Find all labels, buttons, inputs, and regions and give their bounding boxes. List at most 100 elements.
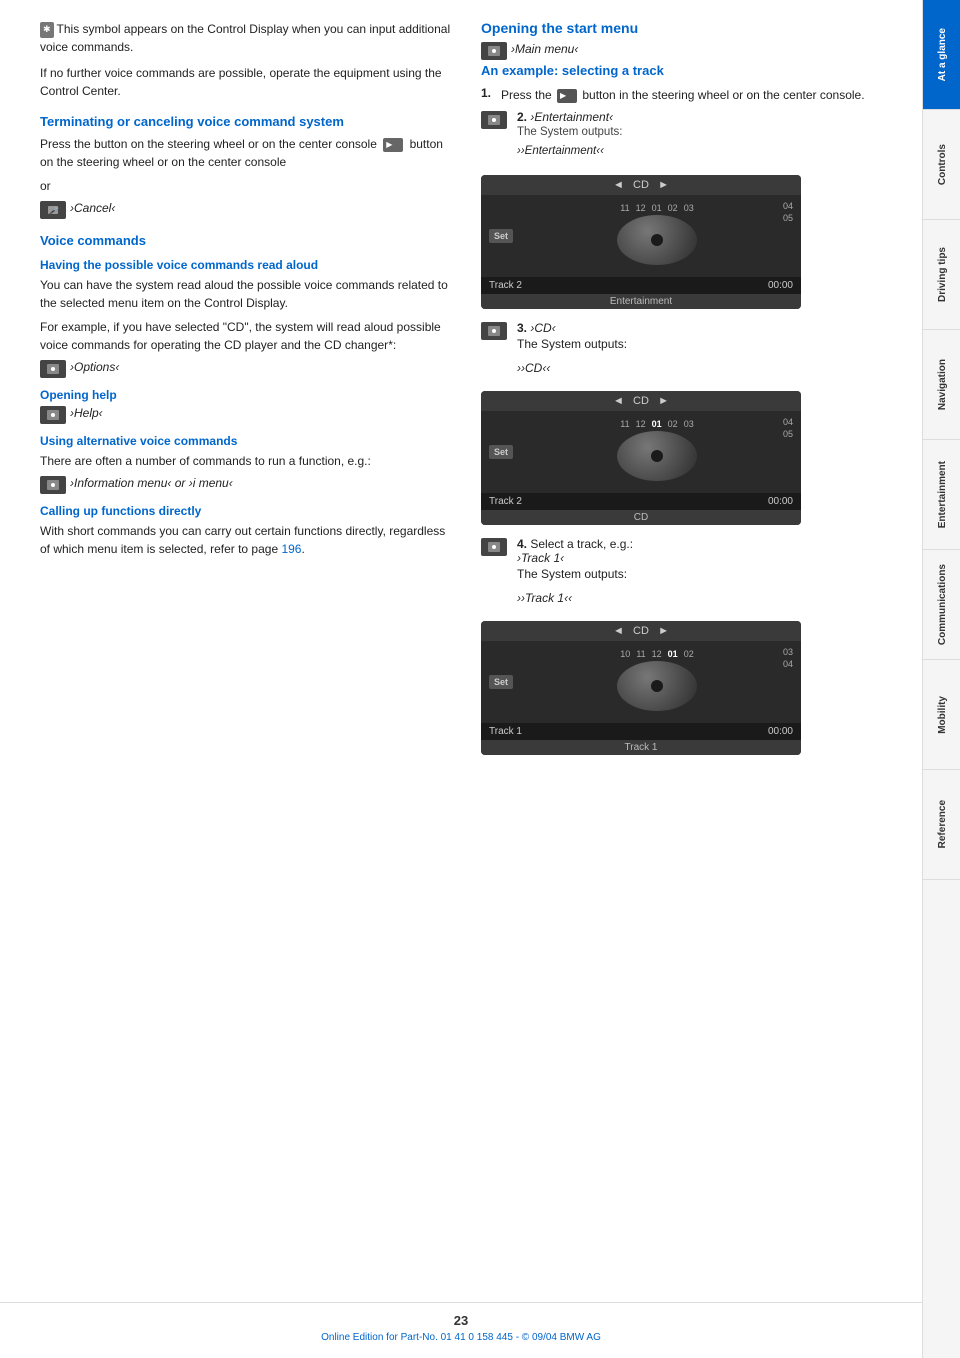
sidebar-tab-at-a-glance-label: At a glance [937, 28, 948, 81]
help-cmd-line: ›Help‹ [40, 406, 451, 424]
cd-display-3: ◄ CD ► Set 10 11 12 01 02 [481, 621, 801, 755]
step-2-output: ››Entertainment‹‹ [517, 143, 622, 160]
opening-help-heading: Opening help [40, 388, 451, 402]
sidebar-tab-mobility-label: Mobility [937, 696, 948, 734]
cd-time-3: 00:00 [768, 726, 793, 737]
cancel-voice-icon: 🎤 [40, 201, 66, 219]
main-menu-cmd-line: ›Main menu‹ [481, 42, 892, 60]
step-3-output: ››CD‹‹ [517, 359, 627, 377]
step-1-num: 1. [481, 86, 495, 104]
sidebar-tab-at-a-glance[interactable]: At a glance [923, 0, 960, 110]
sidebar-tab-driving-tips-label: Driving tips [937, 247, 948, 302]
step-2-voice-icon [481, 111, 507, 129]
functions-directly-para: With short commands you can carry out ce… [40, 522, 451, 558]
sidebar-tab-driving-tips[interactable]: Driving tips [923, 220, 960, 330]
intro-para2: If no further voice commands are possibl… [40, 64, 451, 100]
sidebar-tab-reference[interactable]: Reference [923, 770, 960, 880]
page-number: 23 [0, 1313, 922, 1328]
opening-start-menu-heading: Opening the start menu [481, 20, 892, 36]
cd-display-2: ◄ CD ► Set 11 12 01 02 03 [481, 391, 801, 525]
sidebar-tab-communications[interactable]: Communications [923, 550, 960, 660]
main-content: ✱This symbol appears on the Control Disp… [0, 0, 922, 1358]
sidebar-tab-communications-label: Communications [937, 564, 948, 645]
cd-header-2-text: ◄ CD ► [613, 395, 669, 407]
alt-voice-icon [40, 476, 66, 494]
example-heading: An example: selecting a track [481, 63, 892, 78]
options-cmd-line: ›Options‹ [40, 360, 451, 378]
right-column: Opening the start menu ›Main menu‹ An ex… [481, 20, 892, 1282]
cd-header-3: ◄ CD ► [481, 621, 801, 641]
help-cmd-text: ›Help‹ [70, 406, 103, 420]
step-3-cmd: ›CD‹ [530, 321, 555, 335]
step-1: 1. Press the ▶ button in the steering wh… [481, 86, 892, 104]
step-4: 4. Select a track, e.g.: ›Track 1‹ The S… [481, 537, 892, 613]
read-aloud-para2: For example, if you have selected "CD", … [40, 318, 451, 354]
step-4-system-outputs: The System outputs: [517, 565, 633, 583]
voice-commands-heading: Voice commands [40, 233, 451, 248]
options-voice-icon [40, 360, 66, 378]
sidebar-tab-entertainment-label: Entertainment [937, 461, 948, 528]
step-4-voice-icon [481, 538, 507, 556]
step-4-text: Select a track, e.g.: [530, 537, 633, 551]
cd-set-btn-2: Set [489, 445, 513, 459]
cd-subtitle-2: CD [481, 510, 801, 525]
cd-body-2: Set 11 12 01 02 03 [481, 411, 801, 493]
cd-footer-1: Track 2 00:00 [481, 277, 801, 294]
left-column: ✱This symbol appears on the Control Disp… [40, 20, 451, 1282]
cd-header-3-text: ◄ CD ► [613, 625, 669, 637]
alt-cmd-text: ›Information menu‹ or ›i menu‹ [70, 476, 233, 490]
cd-header-1-text: ◄ CD ► [613, 179, 669, 191]
step-3-system-outputs: The System outputs: [517, 335, 627, 353]
step-4-output: ››Track 1‹‹ [517, 589, 633, 607]
cd-subtitle-1: Entertainment [481, 294, 801, 309]
cd-track-2: Track 2 [489, 496, 522, 507]
sidebar-tab-mobility[interactable]: Mobility [923, 660, 960, 770]
alt-commands-para: There are often a number of commands to … [40, 452, 451, 470]
footer-text: Online Edition for Part-No. 01 41 0 158 … [0, 1332, 922, 1343]
step-2-system-outputs: The System outputs: [517, 124, 622, 141]
cd-footer-3: Track 1 00:00 [481, 723, 801, 740]
step-1-text: Press the ▶ button in the steering wheel… [501, 86, 892, 104]
step-2: 2. ›Entertainment‹ The System outputs: ›… [481, 110, 892, 167]
section-terminating-para: Press the button on the steering wheel o… [40, 135, 451, 171]
help-voice-icon [40, 406, 66, 424]
read-aloud-heading: Having the possible voice commands read … [40, 258, 451, 272]
sidebar-tab-entertainment[interactable]: Entertainment [923, 440, 960, 550]
alt-commands-heading: Using alternative voice commands [40, 434, 451, 448]
cd-time-1: 00:00 [768, 280, 793, 291]
page-wrapper: ✱This symbol appears on the Control Disp… [0, 0, 960, 1358]
cd-display-1: ◄ CD ► Set 11 12 01 02 03 [481, 175, 801, 309]
columns: ✱This symbol appears on the Control Disp… [0, 0, 922, 1302]
page-footer: 23 Online Edition for Part-No. 01 41 0 1… [0, 1302, 922, 1358]
sidebar-tab-navigation-label: Navigation [937, 359, 948, 410]
step-4-content: 4. Select a track, e.g.: ›Track 1‹ The S… [517, 537, 633, 613]
section-terminating-heading: Terminating or canceling voice command s… [40, 114, 451, 129]
options-cmd-text: ›Options‹ [70, 360, 119, 374]
cancel-cmd-line: 🎤 ›Cancel‹ [40, 201, 451, 219]
sidebar-tab-controls-label: Controls [937, 144, 948, 185]
cd-time-2: 00:00 [768, 496, 793, 507]
sidebar-tab-controls[interactable]: Controls [923, 110, 960, 220]
cd-footer-2: Track 2 00:00 [481, 493, 801, 510]
cd-track-1: Track 2 [489, 280, 522, 291]
sidebar-tab-navigation[interactable]: Navigation [923, 330, 960, 440]
cd-set-btn-1: Set [489, 229, 513, 243]
cd-header-2: ◄ CD ► [481, 391, 801, 411]
step-4-cmd: ›Track 1‹ [517, 551, 564, 565]
alt-cmd-line: ›Information menu‹ or ›i menu‹ [40, 476, 451, 494]
main-menu-cmd-text: ›Main menu‹ [511, 42, 578, 56]
sidebar-right: At a glance Controls Driving tips Naviga… [922, 0, 960, 1358]
step-3-voice-icon [481, 322, 507, 340]
page-ref-link[interactable]: 196 [281, 542, 301, 556]
intro-para1: ✱This symbol appears on the Control Disp… [40, 20, 451, 56]
cd-set-btn-3: Set [489, 675, 513, 689]
cd-body-3: Set 10 11 12 01 02 [481, 641, 801, 723]
cd-header-1: ◄ CD ► [481, 175, 801, 195]
read-aloud-para1: You can have the system read aloud the p… [40, 276, 451, 312]
step-3: 3. ›CD‹ The System outputs: ››CD‹‹ [481, 321, 892, 383]
cd-track-3: Track 1 [489, 726, 522, 737]
functions-directly-heading: Calling up functions directly [40, 504, 451, 518]
svg-text:🎤: 🎤 [48, 206, 60, 215]
or-text: or [40, 177, 451, 195]
step-2-cmd: ›Entertainment‹ [530, 110, 613, 124]
